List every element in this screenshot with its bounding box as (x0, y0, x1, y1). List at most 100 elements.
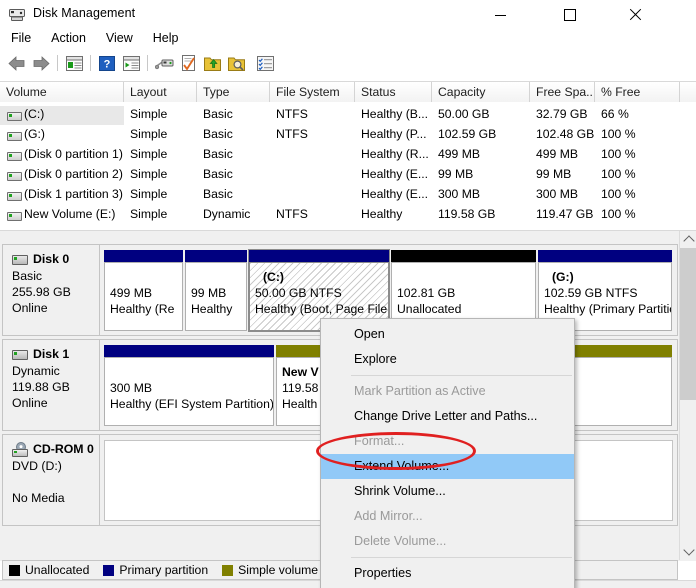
cell-free-space: 300 MB (536, 186, 595, 205)
title-bar: Disk Management (0, 0, 696, 30)
up-one-level-icon[interactable] (63, 52, 85, 74)
volume-list[interactable]: (C:) Simple Basic NTFS Healthy (B... 50.… (0, 102, 696, 226)
minimize-button[interactable] (477, 0, 523, 30)
table-row[interactable]: (C:) Simple Basic NTFS Healthy (B... 50.… (0, 106, 696, 124)
cell-status: Healthy (E... (361, 166, 432, 185)
rescan-disks-icon[interactable] (201, 52, 223, 74)
context-menu[interactable]: Open Explore Mark Partition as Active Ch… (320, 318, 575, 588)
menu-file[interactable]: File (8, 29, 40, 48)
table-row[interactable]: (Disk 1 partition 3) Simple Basic Health… (0, 186, 696, 204)
context-menu-item-change-drive-letter-and-paths[interactable]: Change Drive Letter and Paths... (321, 404, 574, 429)
volume-icon (7, 132, 22, 141)
legend-item-unallocated: Unallocated (9, 563, 89, 577)
partition-color-bar (538, 250, 672, 262)
cell-volume: (G:) (0, 126, 124, 145)
context-menu-item-properties[interactable]: Properties (321, 561, 574, 586)
cell-capacity: 50.00 GB (438, 106, 530, 125)
column-header-capacity[interactable]: Capacity (432, 82, 530, 103)
cell-layout: Simple (130, 206, 197, 225)
disk-info-disk-1[interactable]: Disk 1 Dynamic 119.88 GB Online (3, 340, 100, 430)
toolbar-separator-3 (147, 55, 148, 71)
partition-details: 300 MB Healthy (EFI System Partition) (104, 357, 274, 426)
toolbar-separator-1 (57, 55, 58, 71)
table-row[interactable]: New Volume (E:) Simple Dynamic NTFS Heal… (0, 206, 696, 224)
disk-size: 119.88 GB (12, 379, 99, 395)
partition-size: 102.81 GB (397, 285, 535, 301)
cell-file-system (276, 166, 355, 185)
disk-info-disk-0[interactable]: Disk 0 Basic 255.98 GB Online (3, 245, 100, 335)
cell-volume-label: (Disk 0 partition 1) (24, 147, 123, 161)
menu-help[interactable]: Help (150, 29, 188, 48)
search-folder-icon[interactable] (225, 52, 247, 74)
partition-block[interactable]: 99 MB Healthy (185, 250, 247, 331)
context-menu-item-extend-volume[interactable]: Extend Volume... (321, 454, 574, 479)
table-row[interactable]: (Disk 0 partition 2) Simple Basic Health… (0, 166, 696, 184)
scroll-down-arrow[interactable] (680, 543, 696, 560)
cell-volume-label: (Disk 0 partition 2) (24, 167, 123, 181)
cell-layout: Simple (130, 186, 197, 205)
chevron-up-icon (683, 235, 694, 246)
disk-name: CD-ROM 0 (33, 442, 99, 456)
cell-file-system (276, 186, 355, 205)
partition-color-bar (104, 250, 183, 262)
help-icon[interactable]: ? (96, 52, 118, 74)
partition-status: Unallocated (397, 301, 535, 317)
partition-title: (G:) (544, 269, 671, 285)
refresh-checklist-icon[interactable] (177, 52, 199, 74)
cell-capacity: 119.58 GB (438, 206, 530, 225)
cell-volume-label: (C:) (24, 107, 44, 121)
cell-free-space: 99 MB (536, 166, 595, 185)
cell-file-system: NTFS (276, 126, 355, 145)
cell-percent-free: 100 % (601, 126, 680, 145)
scroll-up-arrow[interactable] (680, 231, 696, 248)
cell-percent-free: 100 % (601, 166, 680, 185)
properties-disk-icon[interactable] (153, 52, 175, 74)
back-arrow-icon[interactable] (6, 52, 28, 74)
close-button[interactable] (612, 0, 658, 30)
cell-volume: New Volume (E:) (0, 206, 124, 225)
column-header-percent-free[interactable]: % Free (595, 82, 680, 103)
volume-list-header: Volume Layout Type File System Status Ca… (0, 81, 696, 104)
column-header-layout[interactable]: Layout (124, 82, 197, 103)
cell-layout: Simple (130, 126, 197, 145)
cell-type: Basic (203, 166, 270, 185)
scroll-thumb[interactable] (680, 248, 696, 400)
cell-capacity: 102.59 GB (438, 126, 530, 145)
table-row[interactable]: (G:) Simple Basic NTFS Healthy (P... 102… (0, 126, 696, 144)
menu-action[interactable]: Action (48, 29, 95, 48)
cell-layout: Simple (130, 106, 197, 125)
context-menu-item-shrink-volume[interactable]: Shrink Volume... (321, 479, 574, 504)
menu-view[interactable]: View (103, 29, 142, 48)
cell-free-space: 119.47 GB (536, 206, 595, 225)
cell-capacity: 499 MB (438, 146, 530, 165)
maximize-icon (564, 9, 576, 21)
cell-free-space: 32.79 GB (536, 106, 595, 125)
forward-arrow-icon[interactable] (30, 52, 52, 74)
graphical-view-scrollbar[interactable] (679, 231, 696, 560)
column-header-free-space[interactable]: Free Spa... (530, 82, 595, 103)
column-header-status[interactable]: Status (355, 82, 432, 103)
context-menu-item-explore[interactable]: Explore (321, 347, 574, 372)
disk-info-cdrom-0[interactable]: CD-ROM 0 DVD (D:) No Media (3, 435, 100, 525)
context-menu-item-open[interactable]: Open (321, 322, 574, 347)
column-header-type[interactable]: Type (197, 82, 270, 103)
minimize-icon (495, 15, 506, 16)
column-header-volume[interactable]: Volume (0, 82, 124, 103)
cell-status: Healthy (P... (361, 126, 432, 145)
partition-size: 99 MB (191, 285, 246, 301)
column-header-file-system[interactable]: File System (270, 82, 355, 103)
cell-layout: Simple (130, 166, 197, 185)
cell-volume: (C:) (0, 106, 124, 125)
context-menu-item-mark-partition-as-active: Mark Partition as Active (321, 379, 574, 404)
show-hide-console-tree-icon[interactable] (120, 52, 142, 74)
partition-details: 99 MB Healthy (185, 262, 247, 331)
partition-block[interactable]: 499 MB Healthy (Re (104, 250, 183, 331)
partition-block[interactable]: 300 MB Healthy (EFI System Partition) (104, 345, 274, 426)
table-row[interactable]: (Disk 0 partition 1) Simple Basic Health… (0, 146, 696, 164)
maximize-button[interactable] (547, 0, 593, 30)
context-menu-item-add-mirror: Add Mirror... (321, 504, 574, 529)
volume-icon (7, 112, 22, 121)
cdrom-icon (12, 442, 27, 455)
list-view-icon[interactable] (254, 52, 276, 74)
chevron-down-icon (683, 544, 694, 555)
